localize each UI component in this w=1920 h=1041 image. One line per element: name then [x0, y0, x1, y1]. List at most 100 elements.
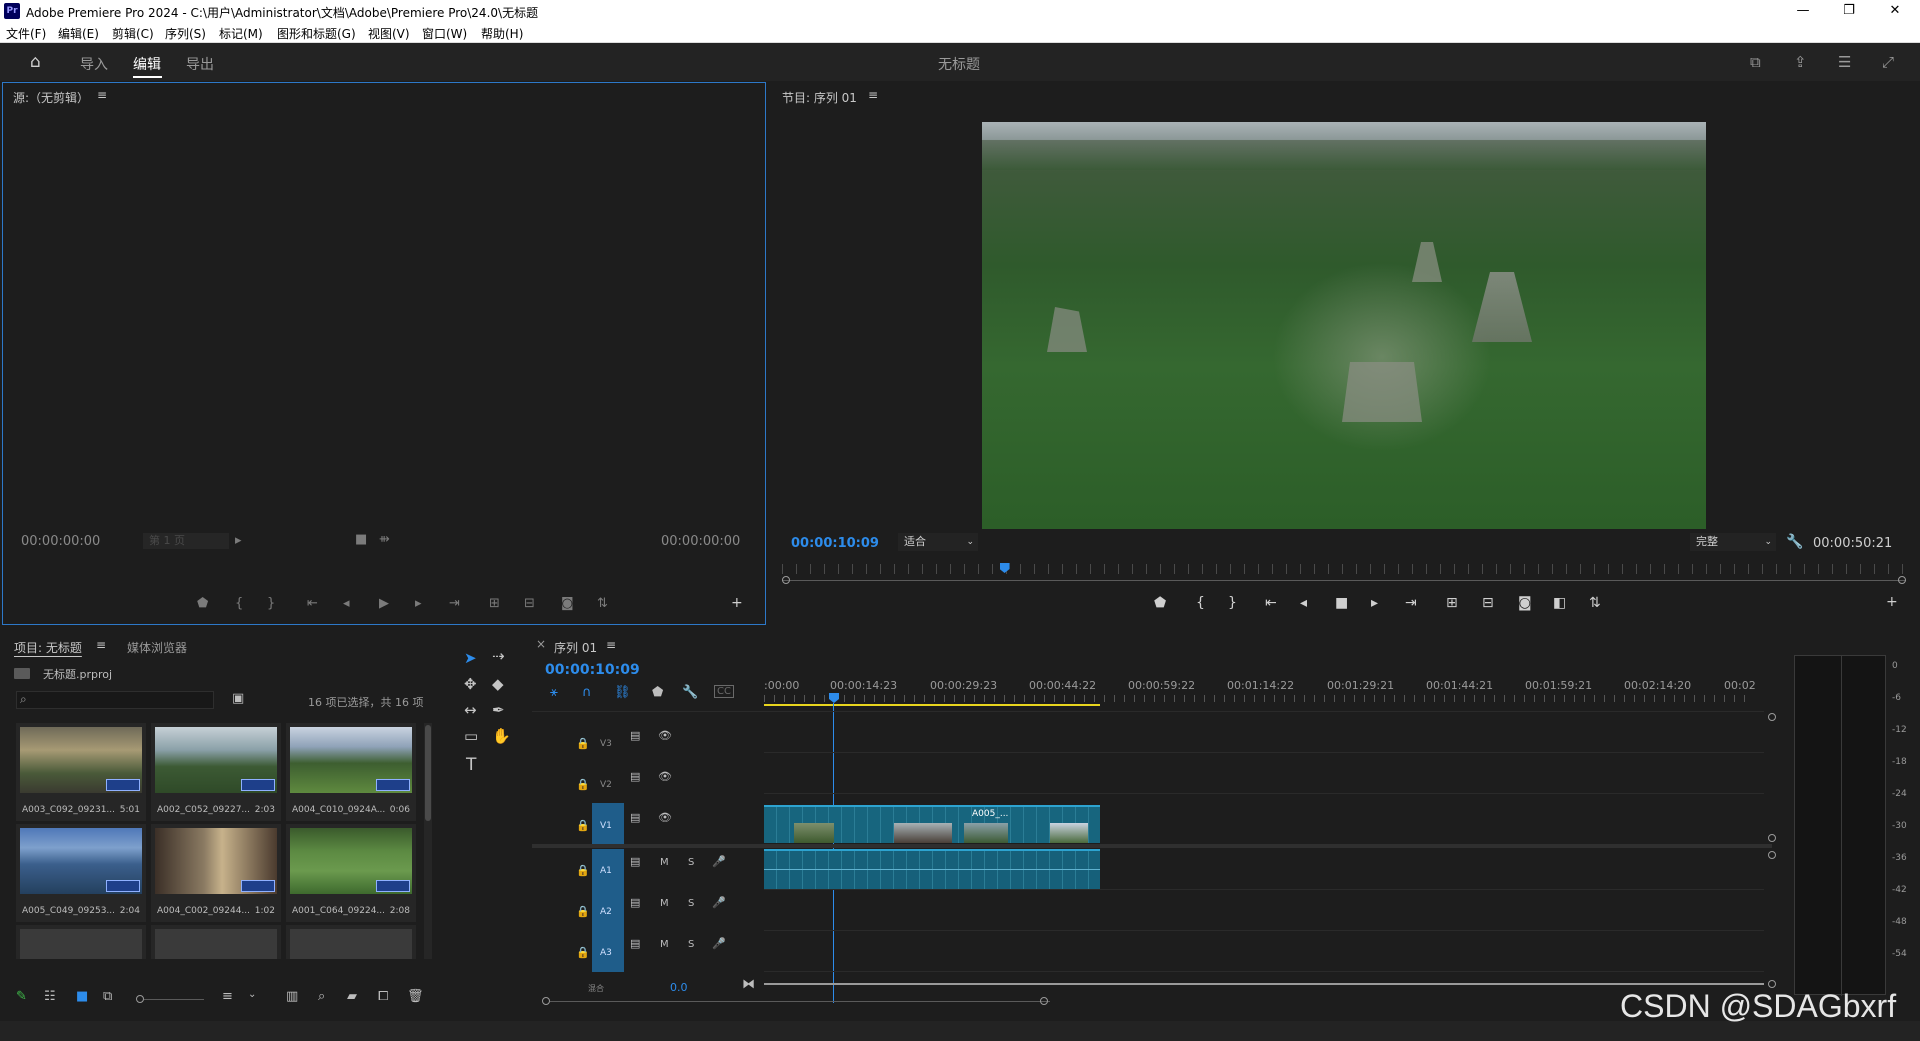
pen-tool-icon[interactable]: ✒	[492, 701, 505, 719]
mute-button[interactable]: M	[660, 898, 669, 909]
vertical-zoom-handle[interactable]	[1768, 851, 1776, 859]
insert-clip-icon[interactable]: ⊞	[489, 596, 500, 611]
selection-tool-icon[interactable]: ➤	[464, 649, 477, 667]
horizontal-zoom-start[interactable]	[542, 997, 550, 1005]
go-to-end-icon[interactable]: ⧓	[742, 977, 755, 992]
tab-project[interactable]: 项目: 无标题	[14, 639, 82, 656]
ripple-edit-tool-icon[interactable]: ✥	[464, 675, 477, 693]
snap-icon[interactable]: ∩	[582, 685, 592, 700]
eye-icon[interactable]: 👁	[658, 811, 672, 824]
horizontal-zoom-end[interactable]	[1040, 997, 1048, 1005]
fullscreen-icon[interactable]: ⤢	[1882, 53, 1894, 71]
program-scrubber-track[interactable]	[782, 580, 1906, 581]
nest-icon[interactable]: ⚹	[550, 685, 558, 700]
track-select-tool-icon[interactable]: ⇢	[492, 647, 505, 665]
lock-icon[interactable]: 🔒	[576, 778, 590, 791]
wrench-icon[interactable]: 🔧	[1786, 534, 1803, 550]
new-item-icon[interactable]: ⧠	[378, 989, 388, 1004]
export-frame-icon[interactable]: ◙	[561, 596, 574, 611]
mark-in-icon[interactable]: {	[235, 596, 243, 611]
step-forward-icon[interactable]: ▸	[1371, 595, 1378, 611]
home-icon[interactable]: ⌂	[30, 52, 41, 72]
add-marker-icon[interactable]: ⬟	[1154, 595, 1166, 611]
v1-clip-group[interactable]: A005_...	[764, 805, 1100, 843]
work-area-bar[interactable]	[764, 704, 1100, 706]
lock-icon[interactable]: 🔒	[576, 819, 590, 832]
scrubber-start-handle[interactable]	[782, 576, 790, 584]
sync-icon[interactable]: ▤	[630, 896, 640, 909]
type-tool-icon[interactable]: T	[466, 755, 476, 775]
panel-menu-icon[interactable]: ≡	[868, 88, 878, 102]
tab-edit[interactable]: 编辑	[133, 54, 161, 74]
project-item[interactable]: A003_C092_09231... 5:01	[16, 723, 146, 821]
mute-button[interactable]: M	[660, 939, 669, 950]
share-icon[interactable]: ⇪	[1794, 53, 1807, 71]
close-icon[interactable]: ×	[536, 637, 546, 651]
quick-export-icon[interactable]: ⧉	[1750, 53, 1761, 71]
export-frame-icon[interactable]: ◙	[1518, 595, 1532, 611]
insert-icon[interactable]: ⇻	[379, 532, 390, 547]
step-forward-icon[interactable]: ▸	[415, 596, 422, 611]
go-to-out-icon[interactable]: ⇥	[1405, 595, 1417, 611]
master-volume-value[interactable]: 0.0	[670, 981, 688, 994]
new-bin-from-search-icon[interactable]: ▣	[232, 691, 244, 706]
pencil-icon[interactable]: ✎	[16, 989, 27, 1004]
hand-tool-icon[interactable]: ✋	[492, 727, 511, 745]
rectangle-tool-icon[interactable]: ▭	[464, 727, 478, 745]
menu-file[interactable]: 文件(F)	[6, 25, 46, 42]
lock-icon[interactable]: 🔒	[576, 905, 590, 918]
panel-menu-icon[interactable]: ≡	[96, 638, 106, 652]
eye-icon[interactable]: 👁	[658, 729, 672, 742]
lock-icon[interactable]: 🔒	[576, 946, 590, 959]
trash-icon[interactable]: 🗑	[407, 989, 424, 1004]
project-item[interactable]: A004_C010_0924A... 0:06	[286, 723, 416, 821]
razor-tool-icon[interactable]: ◆	[492, 675, 504, 693]
panel-menu-icon[interactable]: ≡	[97, 88, 107, 102]
a1-clip-group[interactable]	[764, 849, 1100, 889]
new-bin-icon[interactable]: ▰	[347, 989, 357, 1004]
zoom-slider-track[interactable]	[144, 999, 204, 1000]
play-icon[interactable]: ▶	[379, 596, 389, 611]
vertical-zoom-handle[interactable]	[1768, 980, 1776, 988]
microphone-icon[interactable]: 🎤	[712, 855, 726, 868]
overwrite-icon[interactable]: ⊟	[524, 596, 535, 611]
add-button-icon[interactable]: +	[731, 595, 743, 611]
linked-selection-icon[interactable]: ⛓	[614, 685, 631, 700]
panel-menu-icon[interactable]: ≡	[606, 638, 616, 652]
fit-select[interactable]: 适合 ⌄	[898, 533, 978, 551]
solo-button[interactable]: S	[688, 857, 694, 868]
project-item[interactable]: A001_C064_09224... 2:08	[286, 824, 416, 922]
sync-icon[interactable]: ▤	[630, 811, 640, 824]
slip-tool-icon[interactable]: ↔	[464, 701, 477, 719]
go-to-out-icon[interactable]: ⇥	[449, 596, 460, 611]
close-button[interactable]: ✕	[1872, 0, 1918, 22]
add-marker-icon[interactable]: ⬟	[652, 685, 663, 700]
list-view-icon[interactable]: ☷	[44, 989, 56, 1004]
mute-button[interactable]: M	[660, 857, 669, 868]
project-item[interactable]: A004_C002_09244... 1:02	[151, 824, 281, 922]
maximize-button[interactable]: ❐	[1826, 0, 1872, 22]
sequence-tab[interactable]: 序列 01	[554, 639, 597, 656]
mark-out-icon[interactable]: }	[267, 596, 275, 611]
scrollbar-thumb[interactable]	[425, 725, 431, 821]
vertical-zoom-handle[interactable]	[1768, 834, 1776, 842]
chevron-down-icon[interactable]: ⌄	[248, 989, 256, 1000]
sort-icon[interactable]: ≡	[222, 989, 233, 1004]
menu-clip[interactable]: 剪辑(C)	[112, 25, 154, 42]
mark-out-icon[interactable]: }	[1228, 595, 1237, 611]
go-to-in-icon[interactable]: ⇤	[1265, 595, 1277, 611]
menu-graphics[interactable]: 图形和标题(G)	[277, 25, 356, 42]
eye-icon[interactable]: 👁	[658, 770, 672, 783]
program-video-frame[interactable]	[982, 122, 1706, 529]
microphone-icon[interactable]: 🎤	[712, 937, 726, 950]
sync-icon[interactable]: ▤	[630, 937, 640, 950]
project-item[interactable]: A002_C052_09227... 2:03	[151, 723, 281, 821]
tab-export[interactable]: 导出	[186, 54, 214, 74]
workspaces-icon[interactable]: ☰	[1838, 53, 1851, 71]
play-arrow-icon[interactable]: ▸	[235, 533, 242, 548]
comparison-view-icon[interactable]: ◧	[1553, 595, 1566, 611]
source-timecode-in[interactable]: 00:00:00:00	[21, 534, 100, 549]
lock-icon[interactable]: 🔒	[576, 864, 590, 877]
tab-media-browser[interactable]: 媒体浏览器	[127, 639, 187, 656]
menu-edit[interactable]: 编辑(E)	[58, 25, 99, 42]
